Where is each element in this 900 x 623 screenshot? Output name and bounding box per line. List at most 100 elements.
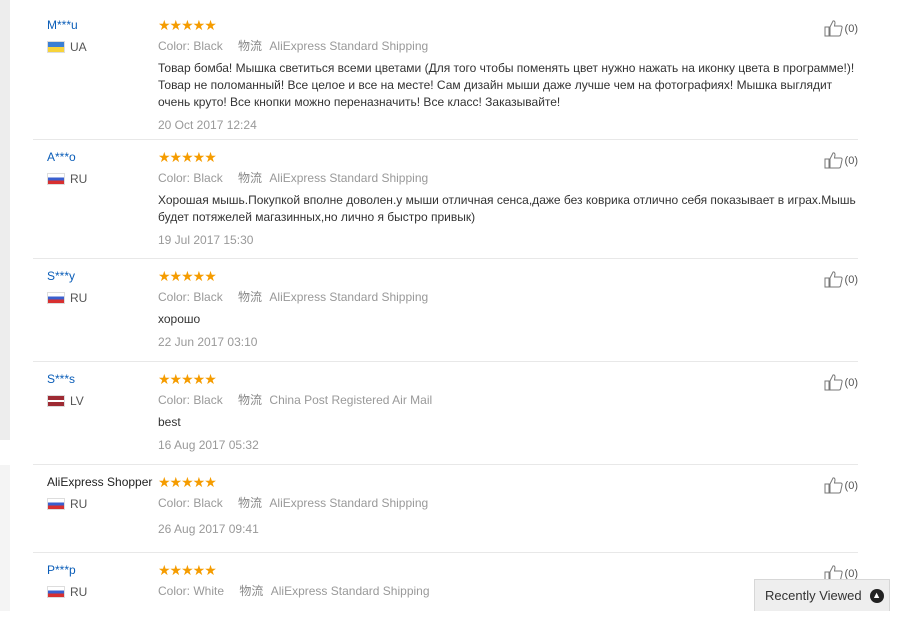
helpful-count: (0) [844,154,858,167]
review-date: 20 Oct 2017 12:24 [158,118,257,132]
reviewer-name[interactable]: A***o [47,150,157,165]
shipping-label: 物流 [238,39,263,53]
helpful-button[interactable]: (0) [824,374,858,391]
shipping-method: AliExpress Standard Shipping [270,584,430,598]
review-body: ★★★★★ Color: Black 物流 AliExpress Standar… [158,17,854,133]
reviewer-name[interactable]: P***p [47,563,157,578]
reviewer-country: RU [47,291,157,305]
reviewer-info: A***o RU [47,150,157,186]
color-value: Black [193,290,223,304]
color-label: Color: [158,496,191,510]
thumbs-up-icon [824,20,843,37]
review-text: best [158,415,181,429]
color-label: Color: [158,584,191,598]
helpful-button[interactable]: (0) [824,20,858,37]
helpful-count: (0) [844,22,858,35]
color-value: Black [193,393,223,407]
color-value: Black [193,171,223,185]
star-rating-icon: ★★★★★ [158,149,217,165]
reviewer-country: RU [47,172,157,186]
reviewer-info: AliExpress Shopper RU [47,475,157,511]
country-code: RU [70,497,88,511]
country-code: LV [70,394,84,408]
shipping-method: AliExpress Standard Shipping [269,290,429,304]
left-gutter-lower [0,465,10,611]
order-info: Color: Black 物流 AliExpress Standard Ship… [158,289,778,305]
review-text: Товар бомба! Мышка светиться всеми цвета… [158,61,855,109]
star-rating-icon: ★★★★★ [158,268,217,284]
shipping-method: AliExpress Standard Shipping [269,39,429,53]
reviewer-name[interactable]: S***y [47,269,157,284]
helpful-count: (0) [844,376,858,389]
reviewer-country: RU [47,497,157,511]
color-value: White [193,584,225,598]
helpful-count: (0) [844,273,858,286]
star-rating-icon: ★★★★★ [158,17,217,33]
review-item: AliExpress Shopper RU ★★★★★ Color: Black… [33,465,858,553]
country-code: RU [70,172,88,186]
shipping-label: 物流 [238,496,263,510]
review-list: M***u UA ★★★★★ Color: Black 物流 AliExpres… [33,8,858,623]
reviewer-country: RU [47,585,157,599]
flag-ru-icon [47,586,65,598]
review-body: ★★★★★ Color: Black 物流 AliExpress Standar… [158,269,778,350]
shipping-label: 物流 [238,290,263,304]
helpful-button[interactable]: (0) [824,271,858,288]
thumbs-up-icon [824,271,843,288]
color-value: Black [193,39,223,53]
flag-ru-icon [47,292,65,304]
star-rating-icon: ★★★★★ [158,562,217,578]
review-text: Хорошая мышь.Покупкой вполне доволен.у м… [158,193,856,224]
reviewer-info: M***u UA [47,18,157,54]
order-info: Color: Black 物流 AliExpress Standard Ship… [158,170,778,186]
review-body: ★★★★★ Color: Black 物流 AliExpress Standar… [158,149,856,248]
star-rating-icon: ★★★★★ [158,474,217,490]
reviewer-name[interactable]: M***u [47,18,157,33]
country-code: RU [70,291,88,305]
review-item: S***s LV ★★★★★ Color: Black 物流 China Pos… [33,362,858,465]
review-item: S***y RU ★★★★★ Color: Black 物流 AliExpres… [33,259,858,362]
recently-viewed-label: Recently Viewed [765,588,862,603]
color-value: Black [193,496,223,510]
recently-viewed-button[interactable]: Recently Viewed ▲ [754,579,890,611]
color-label: Color: [158,290,191,304]
review-date: 22 Jun 2017 03:10 [158,335,258,349]
reviewer-country: LV [47,394,157,408]
flag-ru-icon [47,173,65,185]
thumbs-up-icon [824,477,843,494]
reviewer-info: S***s LV [47,372,157,408]
reviewer-country: UA [47,40,157,54]
shipping-label: 物流 [238,393,263,407]
shipping-method: China Post Registered Air Mail [269,393,433,407]
country-code: UA [70,40,87,54]
color-label: Color: [158,393,191,407]
chevron-up-icon: ▲ [869,588,884,603]
review-date: 19 Jul 2017 15:30 [158,233,254,247]
helpful-button[interactable]: (0) [824,477,858,494]
flag-ua-icon [47,41,65,53]
star-rating-icon: ★★★★★ [158,371,217,387]
review-body: ★★★★★ Color: Black 物流 China Post Registe… [158,372,778,453]
helpful-button[interactable]: (0) [824,152,858,169]
left-gutter [0,0,10,440]
review-body: ★★★★★ Color: Black 物流 AliExpress Standar… [158,475,778,537]
shipping-method: AliExpress Standard Shipping [269,496,429,510]
flag-ru-icon [47,498,65,510]
review-body: ★★★★★ Color: White 物流 AliExpress Standar… [158,563,778,599]
helpful-count: (0) [844,479,858,492]
review-item: A***o RU ★★★★★ Color: Black 物流 AliExpres… [33,140,858,259]
color-label: Color: [158,171,191,185]
helpful-count: (0) [844,567,858,580]
order-info: Color: Black 物流 AliExpress Standard Ship… [158,38,778,54]
reviewer-name: AliExpress Shopper [47,475,153,489]
review-text: хорошо [158,312,201,326]
thumbs-up-icon [824,374,843,391]
reviewer-info: S***y RU [47,269,157,305]
review-date: 16 Aug 2017 05:32 [158,438,259,452]
review-date: 26 Aug 2017 09:41 [158,522,259,536]
reviewer-name[interactable]: S***s [47,372,157,387]
shipping-label: 物流 [239,584,264,598]
country-code: RU [70,585,88,599]
review-item: M***u UA ★★★★★ Color: Black 物流 AliExpres… [33,8,858,140]
review-item: P***p RU ★★★★★ Color: White 物流 AliExpres… [33,553,858,623]
